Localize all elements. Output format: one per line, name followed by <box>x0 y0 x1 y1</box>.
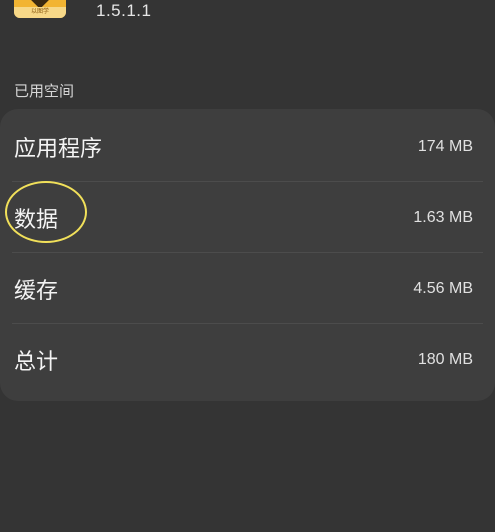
storage-row-value: 174 MB <box>417 137 473 155</box>
highlight-circle-annotation <box>5 181 87 243</box>
section-title-used-space: 已用空间 <box>14 82 75 100</box>
app-version: 1.5.1.1 <box>96 1 152 20</box>
storage-row-label: 缓存 <box>14 278 59 304</box>
storage-row-apps: 应用程序 174 MB <box>12 111 483 182</box>
storage-row-label: 应用程序 <box>14 136 103 162</box>
storage-row-value: 180 MB <box>417 350 473 368</box>
storage-row-value: 1.63 MB <box>413 208 473 226</box>
app-icon-caption: 以图学 <box>14 7 66 18</box>
storage-card: 应用程序 174 MB 数据 1.63 MB 缓存 4.56 MB 总计 180… <box>0 109 495 401</box>
storage-row-total: 总计 180 MB <box>12 324 483 395</box>
storage-row-label: 总计 <box>14 349 59 375</box>
storage-row-cache: 缓存 4.56 MB <box>12 253 483 324</box>
app-icon: 以图学 <box>14 0 66 18</box>
app-header: 以图学 1.5.1.1 <box>0 0 495 40</box>
storage-row-value: 4.56 MB <box>413 279 473 297</box>
